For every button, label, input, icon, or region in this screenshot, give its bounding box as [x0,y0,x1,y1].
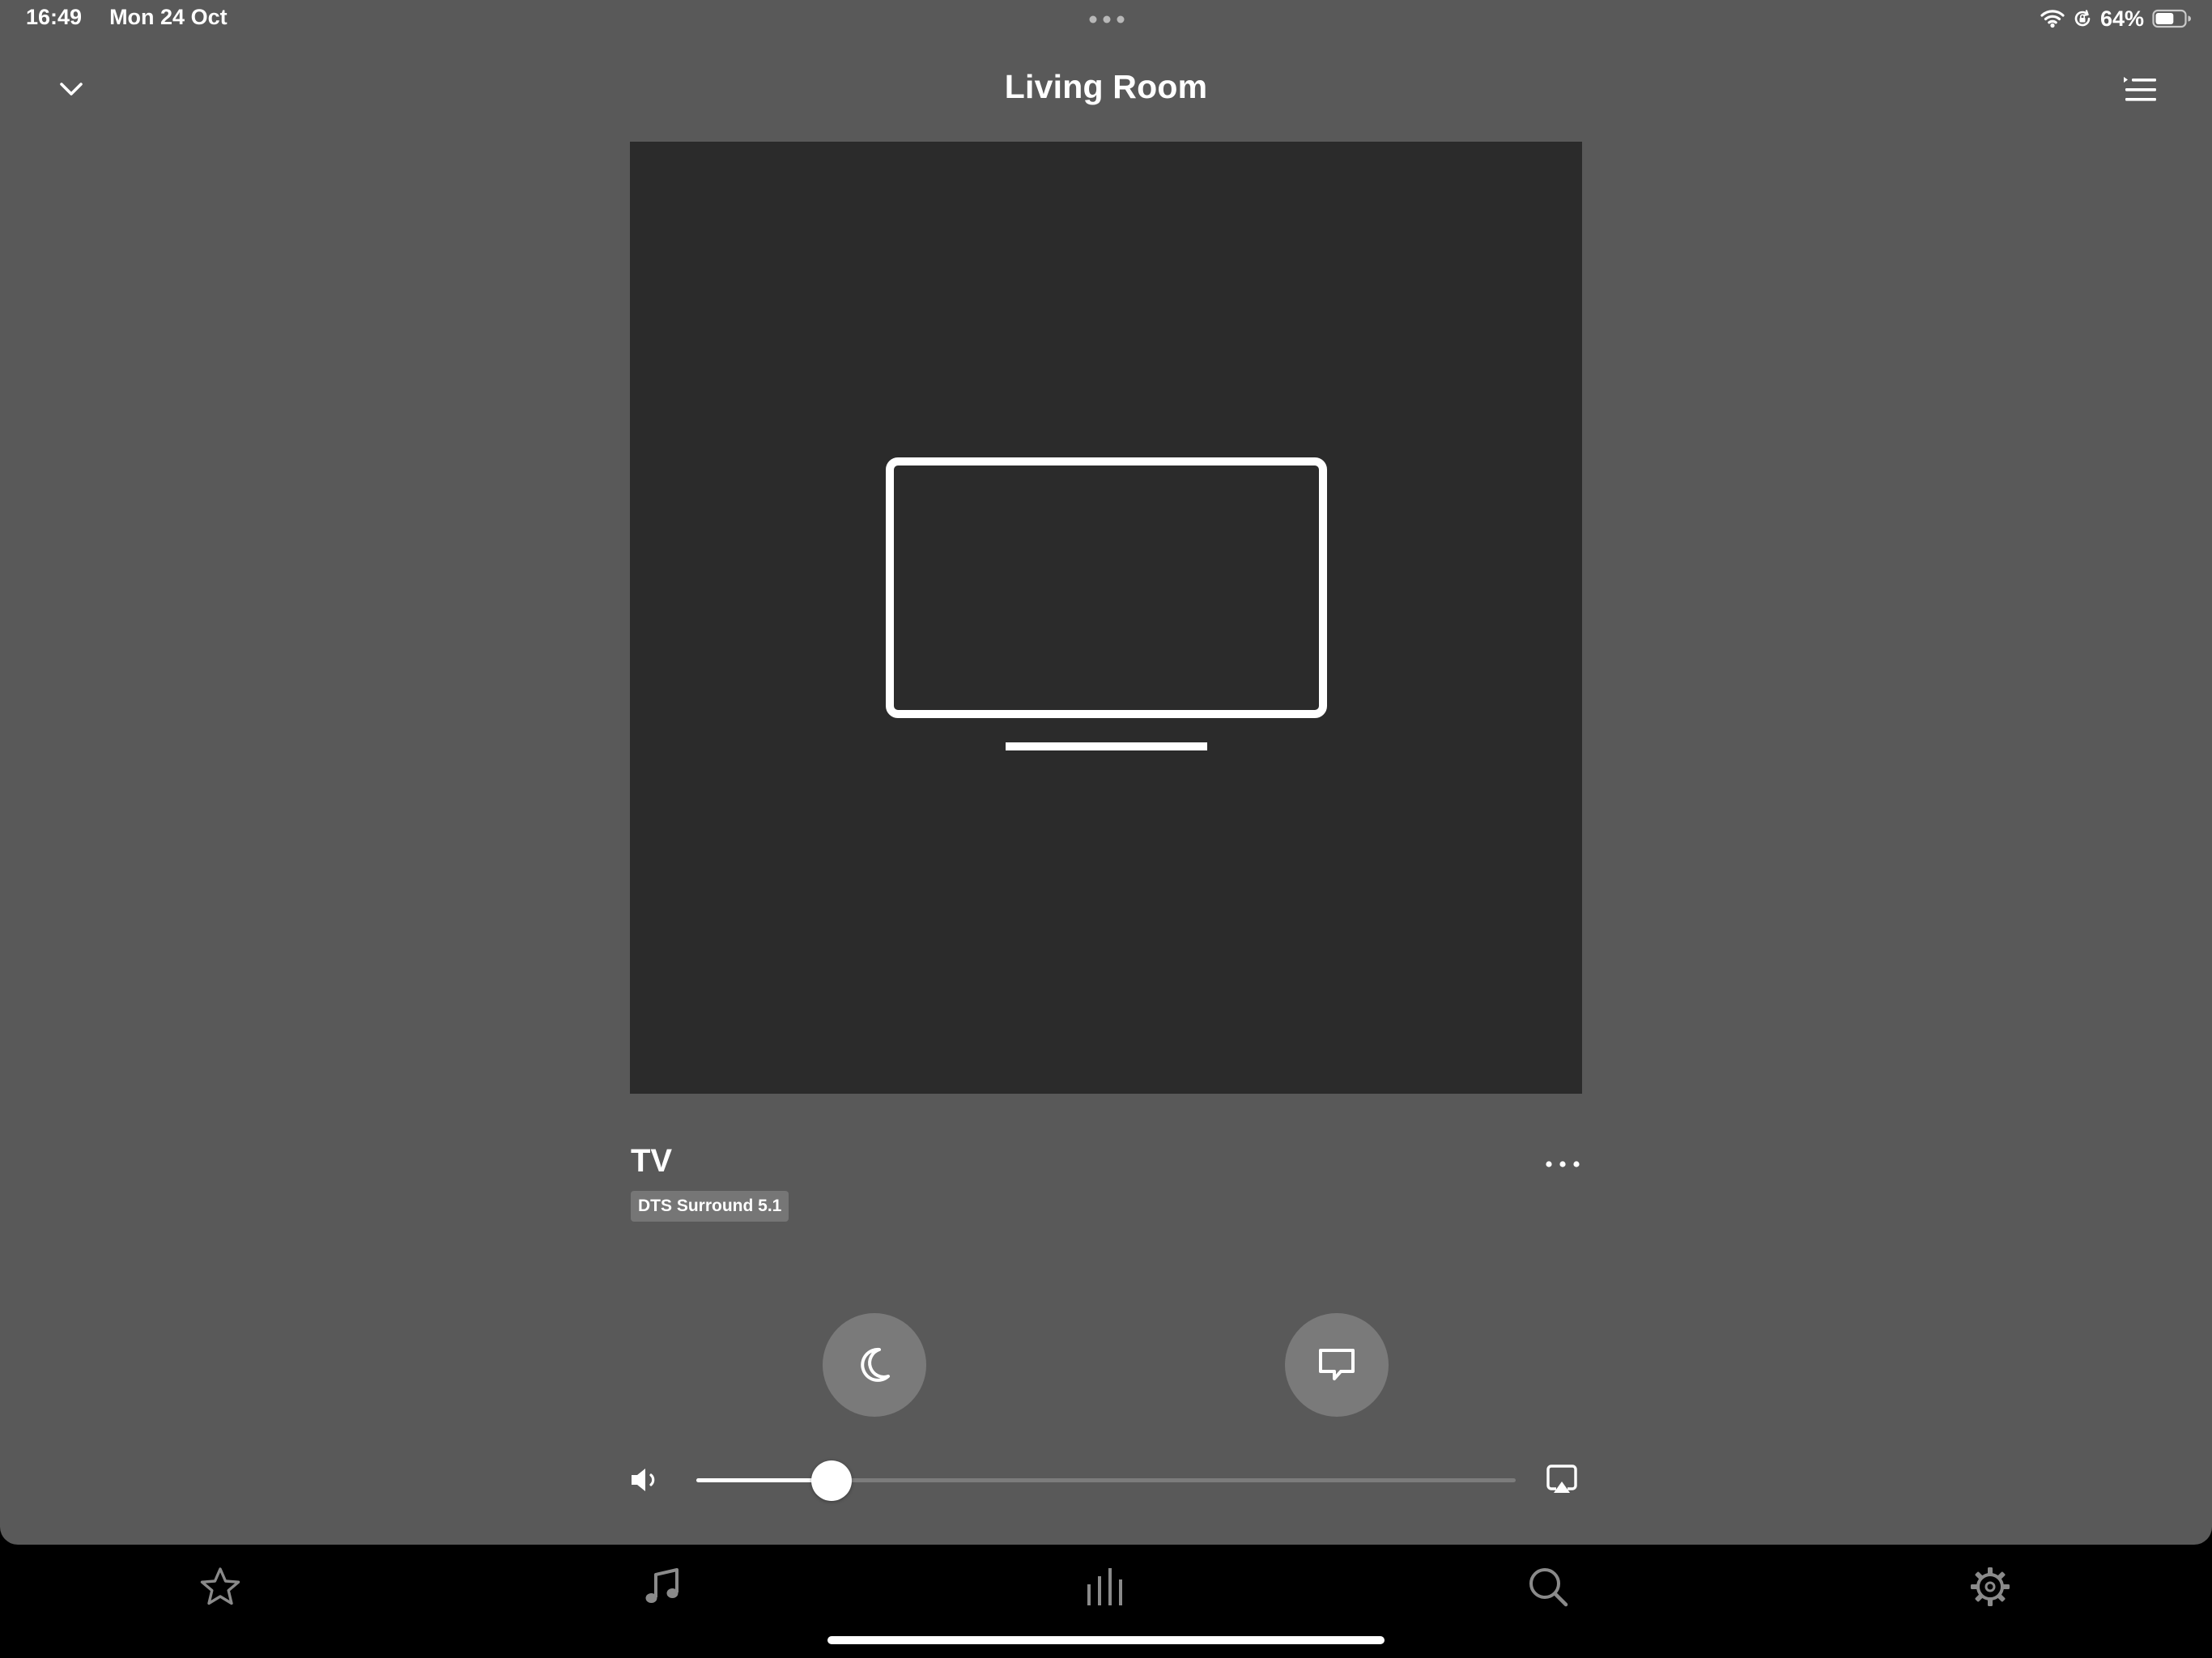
audio-format-badge: DTS Surround 5.1 [631,1191,789,1222]
airplay-icon[interactable] [1546,1464,1578,1496]
tab-browse[interactable] [630,1564,695,1609]
night-sound-button[interactable] [823,1313,926,1417]
tab-rooms[interactable] [1074,1564,1138,1609]
status-time: 16:49 [26,5,83,29]
tab-settings[interactable] [1958,1564,2023,1609]
gear-icon [1971,1567,2010,1606]
wifi-icon [2040,10,2065,28]
speech-enhancement-button[interactable] [1285,1313,1389,1417]
search-icon [1529,1568,1568,1607]
tab-search[interactable] [1516,1564,1580,1609]
status-date: Mon 24 Oct [109,5,228,29]
multitasking-dots-icon[interactable] [1089,15,1125,24]
now-playing-source: TV [631,1143,673,1179]
queue-button[interactable] [2116,70,2163,110]
app-screen: 16:49 Mon 24 Oct 64% Living Room TV DTS … [0,0,2212,1658]
speaker-low-icon[interactable] [629,1466,660,1494]
orientation-lock-icon [2074,10,2091,27]
battery-icon [2152,9,2191,28]
now-playing-sheet: 16:49 Mon 24 Oct 64% Living Room TV DTS … [0,0,2212,1545]
star-icon [200,1567,240,1605]
speech-bubble-icon [1319,1349,1355,1380]
status-bar-left: 16:49 Mon 24 Oct [26,5,255,30]
volume-slider[interactable] [696,1460,1516,1501]
room-title: Living Room [1004,68,1208,105]
volume-slider-thumb[interactable] [811,1460,852,1501]
moon-icon [861,1347,890,1382]
tab-favorites[interactable] [188,1564,253,1609]
home-indicator[interactable] [827,1636,1385,1644]
tv-icon [886,457,1327,750]
more-options-button[interactable] [1545,1148,1580,1180]
music-note-icon [645,1568,678,1603]
equalizer-bars-icon [1087,1568,1122,1605]
queue-list-icon [2124,77,2156,101]
status-bar-right: 64% [2040,5,2191,32]
album-artwork [630,142,1582,1094]
battery-percent: 64% [2099,6,2144,31]
